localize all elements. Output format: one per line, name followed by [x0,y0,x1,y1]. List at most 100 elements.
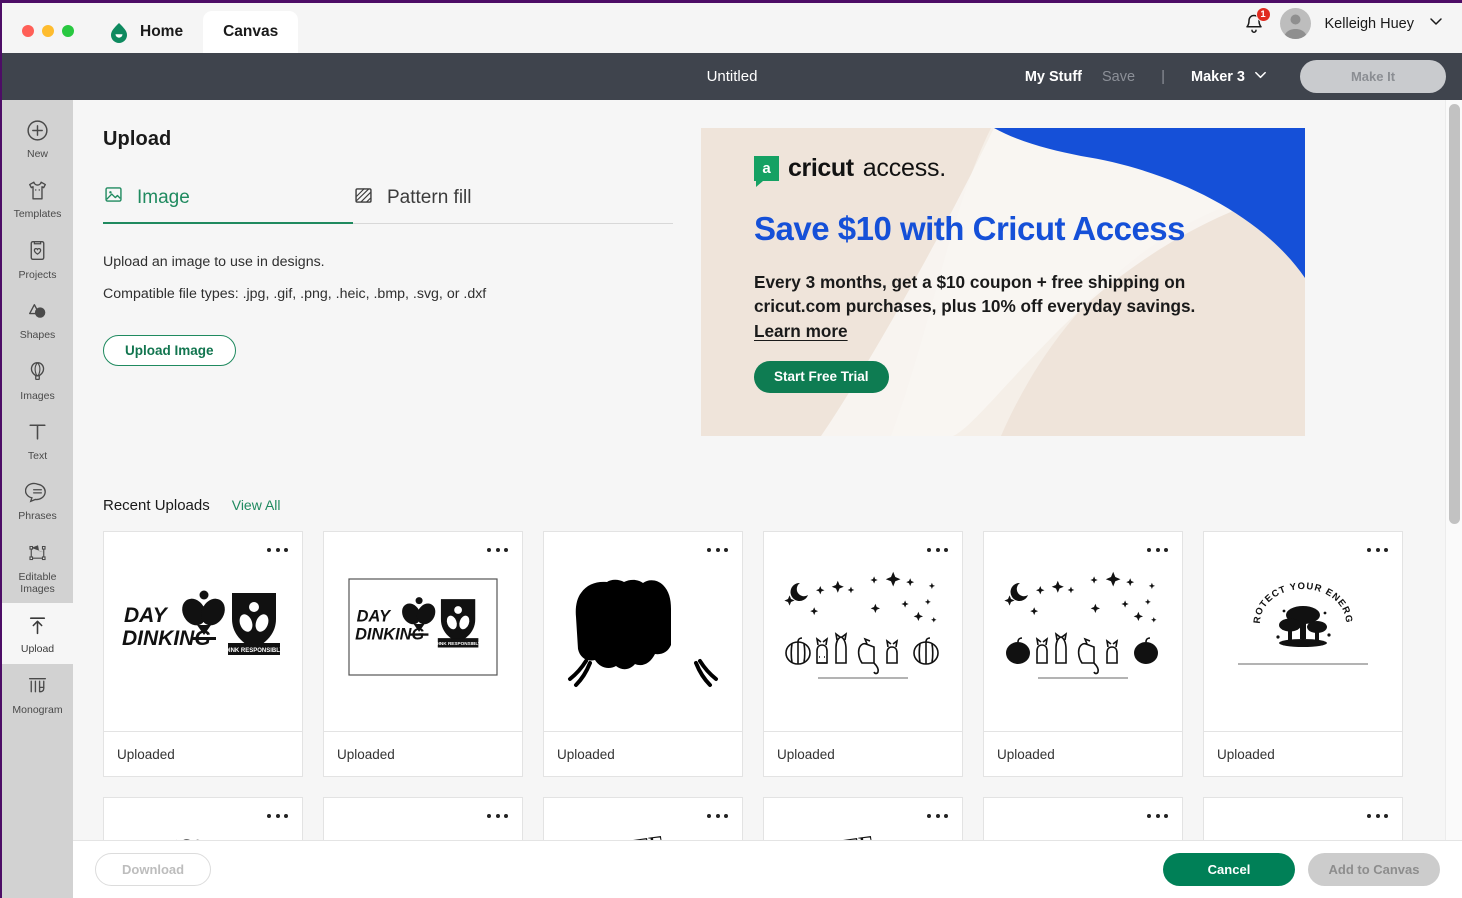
sidebar-item-label: Projects [18,268,57,281]
sidebar-item-projects[interactable]: Projects [2,229,73,289]
start-free-trial-button[interactable]: Start Free Trial [754,360,889,393]
machine-selector[interactable]: Maker 3 [1181,67,1278,86]
more-options-icon[interactable] [927,814,948,818]
window-controls [2,25,88,53]
upload-type-tabs: Image Pattern fill [103,184,673,224]
upload-thumbnail: DAY DINKING DINK RESPONSIBLY [104,532,302,731]
toolbar-divider: | [1161,68,1165,85]
tab-pattern-fill-label: Pattern fill [387,187,472,208]
sidebar-item-editable-images[interactable]: Editable Images [2,531,73,604]
cancel-button[interactable]: Cancel [1163,853,1295,886]
vertical-scrollbar[interactable] [1445,100,1462,843]
machine-label: Maker 3 [1190,68,1245,85]
image-icon [103,184,124,211]
upload-card[interactable]: PROTE [763,797,963,843]
logo-access-text: access. [862,154,947,182]
recent-uploads-title: Recent Uploads [103,497,210,514]
learn-more-link[interactable]: Learn more [754,321,848,342]
chevron-down-icon [1253,67,1268,86]
tab-image[interactable]: Image [103,184,353,224]
more-options-icon[interactable] [1147,814,1168,818]
upload-description: Upload an image to use in designs. [103,254,325,270]
sidebar-item-new[interactable]: New [2,108,73,168]
art-black-bar-text [984,798,1183,843]
sidebar-item-monogram[interactable]: Monogram [2,664,73,724]
upload-card[interactable] [1203,797,1403,843]
tab-pattern-fill[interactable]: Pattern fill [353,184,603,223]
sidebar-item-label: Images [20,389,55,402]
minimize-window-button[interactable] [42,25,54,37]
recent-uploads-grid: DAY DINKING DINK RESPONSIBLY Uploaded DA… [103,531,1415,777]
cricut-logo-letter: a [762,160,771,177]
sidebar-item-images[interactable]: Images [2,350,73,410]
art-day-dinking-pickleball-logo: DAY DINKING DINK RESPONSIBLY [122,590,283,655]
app-window: Home Canvas 1 Kelleigh Huey Untitled My … [0,0,1462,898]
upload-card[interactable]: Uploaded [983,531,1183,777]
upload-card[interactable]: PROTECT YOUR ENERGY [1203,531,1403,777]
upload-status: Uploaded [984,731,1182,776]
scrollbar-thumb[interactable] [1449,104,1460,524]
upload-arrow-icon [25,612,51,638]
svg-text:PROTECT YOUR ENERGY: PROTECT YOUR ENERGY [104,798,279,843]
logo-cricut-text: cricut [788,154,854,182]
svg-text:DAY: DAY [357,607,392,625]
close-window-button[interactable] [22,25,34,37]
toolbar-actions: My Stuff Save | Maker 3 Make It [1015,60,1462,93]
upload-panel: Upload Image Pattern fill Upload an imag… [73,100,1462,898]
left-sidebar: New Templates Projects Shapes Images Tex… [2,100,73,898]
upload-status: Uploaded [104,731,302,776]
upload-card[interactable]: PROTECT YOUR ENERGY [103,797,303,843]
sidebar-item-text[interactable]: Text [2,410,73,470]
more-options-icon[interactable] [927,548,948,552]
more-options-icon[interactable] [1147,548,1168,552]
upload-card[interactable] [983,797,1183,843]
sidebar-item-label: Templates [13,208,62,221]
shapes-icon [25,298,51,324]
more-options-icon[interactable] [707,814,728,818]
cricut-access-logo: a cricut access. [754,154,1275,187]
tab-canvas[interactable]: Canvas [203,11,299,53]
upload-card[interactable]: Uploaded [543,531,743,777]
upload-thumbnail: PROTECT YOUR ENERGY [1204,532,1402,731]
avatar[interactable] [1279,8,1311,39]
sidebar-item-shapes[interactable]: Shapes [2,289,73,349]
chevron-down-icon[interactable] [1428,13,1444,34]
upload-card[interactable]: DAY DINKING DINK RESPONSIBLY Uploaded [103,531,303,777]
svg-text:DINK RESPONSIBLY: DINK RESPONSIBLY [435,641,482,646]
cricut-home-icon [108,21,130,43]
tab-canvas-label: Canvas [223,23,279,40]
more-options-icon[interactable] [1367,814,1388,818]
more-options-icon[interactable] [487,548,508,552]
maximize-window-button[interactable] [62,25,74,37]
hot-air-balloon-icon [25,359,51,385]
banner-paragraph: Every 3 months, get a $10 coupon + free … [754,272,1196,317]
sidebar-item-phrases[interactable]: Phrases [2,470,73,530]
text-t-icon [25,419,51,445]
more-options-icon[interactable] [1367,548,1388,552]
upload-thumbnail: DAY DINKING DINK RESPONSIBLY [324,532,522,731]
sidebar-item-upload[interactable]: Upload [2,603,73,664]
upload-thumbnail [984,532,1182,731]
card-heart-icon [25,238,51,264]
monogram-icon [25,673,51,699]
art-halloween-cats-pumpkins-outline [784,571,939,679]
art-protect-text-crop: PROTE [581,830,667,843]
view-all-link[interactable]: View All [232,497,281,513]
upload-card[interactable]: PROTE [543,797,743,843]
more-options-icon[interactable] [487,814,508,818]
more-options-icon[interactable] [707,548,728,552]
save-button: Save [1102,68,1136,85]
tab-home[interactable]: Home [88,11,203,53]
upload-status: Uploaded [544,731,742,776]
upload-card[interactable]: DAY DINKING DINK RESPONSIBLY Uploaded [323,531,523,777]
more-options-icon[interactable] [267,814,288,818]
upload-status: Uploaded [324,731,522,776]
my-stuff-button[interactable]: My Stuff [1015,69,1092,85]
cricut-access-banner[interactable]: a cricut access. Save $10 with Cricut Ac… [701,128,1305,436]
sidebar-item-templates[interactable]: Templates [2,168,73,228]
upload-card[interactable]: Uploaded [763,531,963,777]
notifications-button[interactable]: 1 [1242,6,1271,36]
upload-image-button[interactable]: Upload Image [103,335,236,366]
more-options-icon[interactable] [267,548,288,552]
upload-card[interactable] [323,797,523,843]
